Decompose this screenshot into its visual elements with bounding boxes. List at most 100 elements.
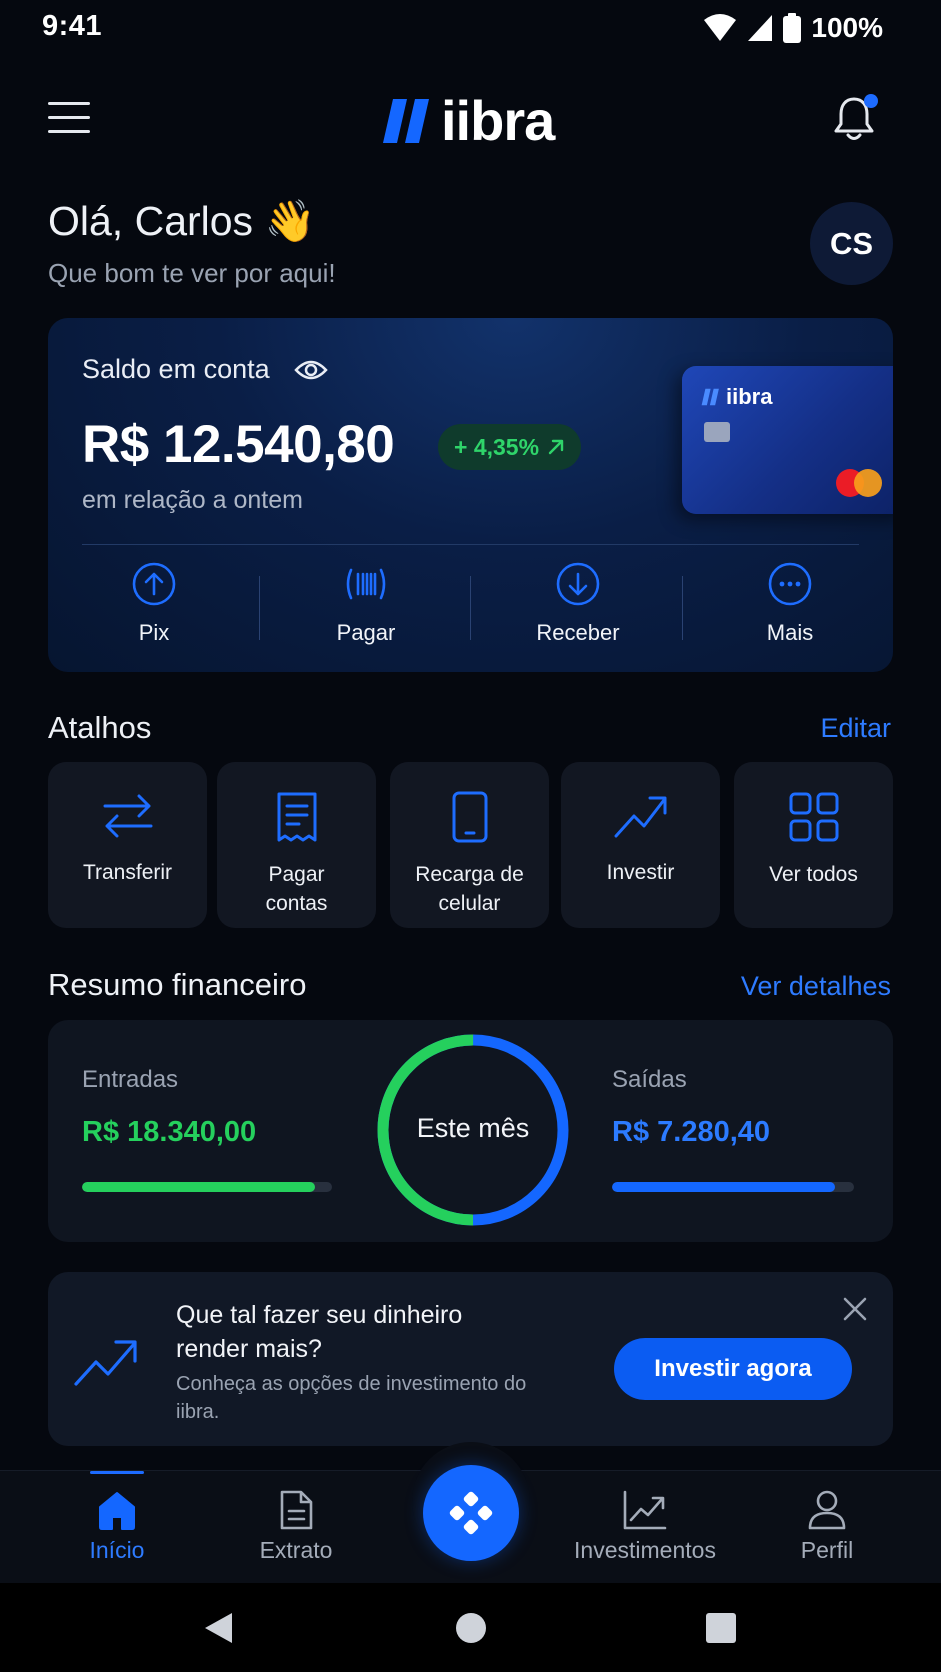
- action-label: Pagar: [336, 620, 396, 645]
- receipt-icon: [277, 792, 316, 842]
- income-progress-fill: [82, 1182, 315, 1192]
- income-value: R$ 18.340,00: [82, 1116, 257, 1148]
- expense-value: R$ 7.280,40: [612, 1116, 771, 1148]
- signal-icon: [748, 15, 773, 41]
- trending-up-icon: [614, 796, 666, 838]
- balance-card: Saldo em conta R$ 12.540,80 + 4,35% em r…: [48, 318, 893, 672]
- card-chip-icon: [704, 422, 730, 442]
- trending-up-icon: [74, 1340, 137, 1386]
- arrow-down-circle-icon: [556, 562, 600, 606]
- divider: [259, 576, 260, 640]
- eye-icon[interactable]: [293, 358, 328, 382]
- barcode-icon: [346, 568, 386, 600]
- action-pix[interactable]: Pix: [54, 562, 254, 662]
- divider: [682, 576, 683, 640]
- balance-change-badge: + 4,35%: [438, 424, 582, 470]
- menu-line: [48, 130, 90, 133]
- credit-card-preview[interactable]: iibra: [682, 366, 893, 514]
- card-brand: iibra: [726, 384, 773, 409]
- balance-change: + 4,35%: [454, 433, 540, 460]
- wifi-icon: [704, 14, 737, 41]
- shortcut-label: Recarga de celular: [415, 863, 524, 915]
- status-icons: 100%: [703, 12, 883, 44]
- avatar[interactable]: CS: [810, 202, 893, 285]
- balance-change-caption: em relação a ontem: [82, 486, 303, 514]
- close-icon[interactable]: [840, 1294, 870, 1324]
- center-action-button[interactable]: [423, 1465, 519, 1561]
- grid-icon: [789, 792, 838, 842]
- battery-percent: 100%: [811, 12, 883, 43]
- mastercard-icon: [836, 469, 882, 497]
- promo-title: Que tal fazer seu dinheiro render mais?: [176, 1301, 463, 1363]
- shortcuts-title: Atalhos: [48, 710, 152, 745]
- notification-dot: [864, 94, 878, 108]
- invest-now-button[interactable]: Investir agora: [614, 1338, 852, 1400]
- invest-promo-banner: Que tal fazer seu dinheiro render mais? …: [48, 1272, 893, 1446]
- income-progress-bar: [82, 1182, 332, 1192]
- logo-mark-icon: [701, 388, 719, 406]
- promo-description: Conheça as opções de investimento do iib…: [176, 1373, 527, 1423]
- balance-label-row: Saldo em conta: [82, 354, 328, 385]
- shortcut-label: Pagar contas: [265, 863, 328, 915]
- menu-button[interactable]: [48, 102, 90, 134]
- nav-inicio[interactable]: Início: [57, 1471, 177, 1584]
- user-icon: [808, 1490, 846, 1530]
- arrow-up-right-icon: [548, 439, 564, 455]
- action-label: Pix: [138, 620, 170, 645]
- app-logo: iibra: [381, 88, 555, 153]
- expense-label: Saídas: [612, 1066, 687, 1093]
- shortcut-label: Investir: [606, 861, 675, 884]
- nav-label: Início: [89, 1537, 145, 1563]
- notifications-button[interactable]: [832, 94, 878, 144]
- shortcut-pagar-contas[interactable]: Pagar contas: [217, 762, 376, 928]
- financial-summary-card[interactable]: Entradas R$ 18.340,00 Este mês Saídas R$…: [48, 1020, 893, 1242]
- action-pagar[interactable]: Pagar: [266, 562, 466, 662]
- menu-line: [48, 116, 90, 119]
- card-logo: iibra: [700, 384, 772, 410]
- action-label: Receber: [536, 620, 620, 645]
- menu-line: [48, 102, 90, 105]
- back-icon[interactable]: [202, 1611, 234, 1645]
- shortcut-recarga-celular[interactable]: Recarga de celular: [390, 762, 549, 928]
- arrow-up-circle-icon: [132, 562, 176, 606]
- battery-icon: [783, 13, 802, 43]
- smartphone-icon: [452, 791, 487, 843]
- divider: [470, 576, 471, 640]
- nav-label: Extrato: [259, 1537, 333, 1563]
- shortcut-label: Ver todos: [769, 863, 858, 886]
- greeting-title: Olá, Carlos 👋: [48, 198, 316, 244]
- document-icon: [280, 1490, 313, 1530]
- action-receber[interactable]: Receber: [478, 562, 678, 662]
- status-time: 9:41: [42, 10, 103, 42]
- income-label: Entradas: [82, 1066, 179, 1093]
- recents-square-icon[interactable]: [706, 1613, 736, 1643]
- chart-line-icon: [623, 1490, 667, 1530]
- shortcut-label: Transferir: [82, 861, 173, 884]
- balance-label: Saldo em conta: [82, 354, 270, 384]
- expense-progress-bar: [612, 1182, 854, 1192]
- transfer-arrows-icon: [103, 794, 152, 838]
- action-label: Mais: [766, 620, 814, 645]
- edit-shortcuts-link[interactable]: Editar: [820, 713, 891, 744]
- divider: [82, 544, 859, 545]
- nav-label: Investimentos: [574, 1537, 716, 1563]
- nav-label: Perfil: [800, 1537, 854, 1563]
- logo-mark-icon: [383, 98, 429, 143]
- shortcut-ver-todos[interactable]: Ver todos: [734, 762, 893, 928]
- expense-progress-fill: [612, 1182, 835, 1192]
- balance-amount: R$ 12.540,80: [82, 415, 395, 474]
- period-label: Este mês: [416, 1113, 530, 1143]
- action-mais[interactable]: Mais: [690, 562, 890, 662]
- nav-perfil[interactable]: Perfil: [767, 1471, 887, 1584]
- system-navigation-bar: [0, 1583, 941, 1672]
- greeting-subtitle: Que bom te ver por aqui!: [48, 258, 336, 288]
- diamond-grid-icon: [449, 1491, 493, 1535]
- nav-investimentos[interactable]: Investimentos: [560, 1471, 730, 1584]
- home-icon: [99, 1492, 135, 1530]
- nav-extrato[interactable]: Extrato: [236, 1471, 356, 1584]
- home-circle-icon[interactable]: [455, 1612, 487, 1644]
- summary-title: Resumo financeiro: [48, 967, 307, 1002]
- summary-details-link[interactable]: Ver detalhes: [741, 971, 891, 1002]
- shortcut-transferir[interactable]: Transferir: [48, 762, 207, 928]
- shortcut-investir[interactable]: Investir: [561, 762, 720, 928]
